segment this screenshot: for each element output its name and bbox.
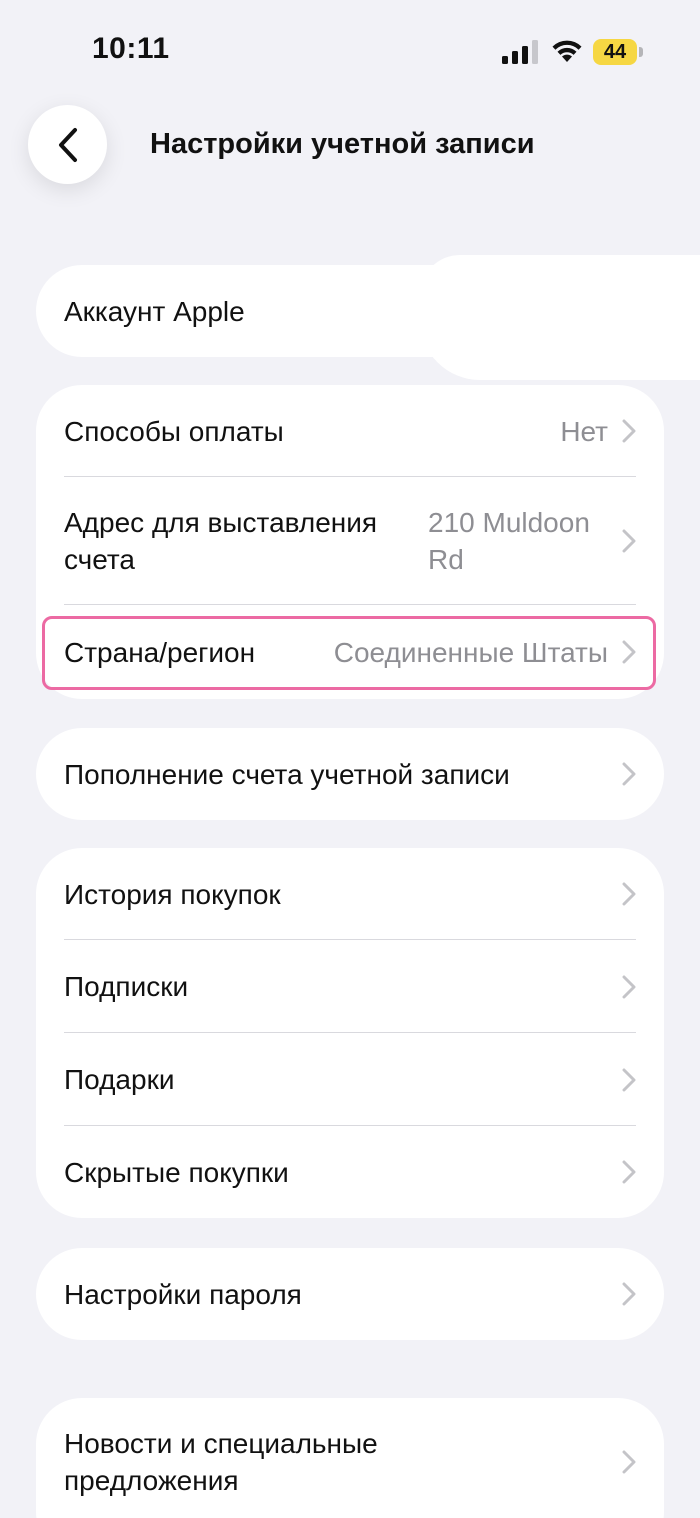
chevron-right-icon: [622, 762, 636, 786]
page-title: Настройки учетной записи: [150, 128, 535, 160]
purchases-card: История покупок Подписки Подарки Скрытые…: [36, 848, 664, 1218]
chevron-left-icon: [58, 127, 77, 162]
password-settings-label: Настройки пароля: [64, 1278, 302, 1310]
subscriptions-row[interactable]: Подписки: [36, 940, 664, 1033]
chevron-right-icon: [622, 419, 636, 443]
subscriptions-label: Подписки: [64, 971, 189, 1002]
news-offers-row[interactable]: Новости и специальные предложения: [36, 1398, 664, 1518]
battery-level: 44: [593, 39, 637, 65]
chevron-right-icon: [622, 529, 636, 553]
news-offers-label: Новости и специальные предложения: [64, 1428, 378, 1496]
chevron-right-icon: [622, 1068, 636, 1091]
purchase-history-label: История покупок: [64, 878, 281, 910]
country-region-row[interactable]: Страна/регион Соединенные Штаты: [36, 605, 664, 699]
payment-methods-label: Способы оплаты: [64, 415, 284, 447]
redacted-area: [420, 255, 700, 380]
apple-account-label: Аккаунт Apple: [64, 295, 245, 327]
wifi-icon: [552, 40, 582, 62]
payment-methods-value: Нет: [560, 415, 608, 447]
payment-methods-row[interactable]: Способы оплаты Нет: [36, 385, 664, 477]
chevron-right-icon: [622, 1160, 636, 1184]
billing-address-value: 210 Muldoon Rd: [428, 507, 590, 575]
password-card: Настройки пароля: [36, 1248, 664, 1340]
chevron-right-icon: [622, 1450, 636, 1474]
status-time: 10:11: [92, 32, 170, 65]
news-card: Новости и специальные предложения: [36, 1398, 664, 1518]
purchase-history-row[interactable]: История покупок: [36, 848, 664, 940]
account-settings-screen: 10:11 44 Настройки учетной записи Аккаун…: [0, 0, 700, 1518]
country-region-label: Страна/регион: [64, 636, 256, 668]
gifts-label: Подарки: [64, 1064, 175, 1095]
account-topup-label: Пополнение счета учетной записи: [64, 758, 510, 790]
billing-address-row[interactable]: Адрес для выставления счета 210 Muldoon …: [36, 477, 664, 605]
country-region-value: Соединенные Штаты: [333, 636, 608, 668]
back-button[interactable]: [28, 105, 107, 184]
gifts-row[interactable]: Подарки: [36, 1033, 664, 1126]
hidden-purchases-label: Скрытые покупки: [64, 1156, 289, 1188]
chevron-right-icon: [622, 882, 636, 906]
battery-cap: [639, 47, 643, 57]
topup-card: Пополнение счета учетной записи: [36, 728, 664, 820]
password-settings-row[interactable]: Настройки пароля: [36, 1248, 664, 1340]
account-topup-row[interactable]: Пополнение счета учетной записи: [36, 728, 664, 820]
hidden-purchases-row[interactable]: Скрытые покупки: [36, 1126, 664, 1218]
chevron-right-icon: [622, 1282, 636, 1306]
chevron-right-icon: [622, 640, 636, 664]
chevron-right-icon: [622, 975, 636, 998]
status-bar: 10:11 44: [0, 0, 700, 100]
battery-icon: 44: [593, 39, 643, 65]
payment-card: Способы оплаты Нет Адрес для выставления…: [36, 385, 664, 699]
billing-address-label: Адрес для выставления счета: [64, 507, 378, 575]
cellular-signal-icon: [502, 40, 538, 64]
